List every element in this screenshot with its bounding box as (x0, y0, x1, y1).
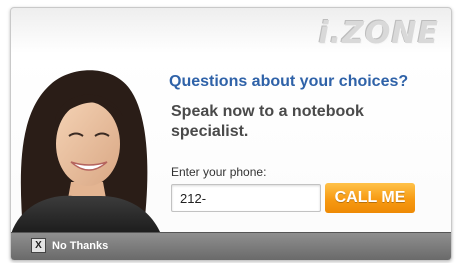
headline: Questions about your choices? (169, 73, 409, 90)
phone-label: Enter your phone: (171, 165, 267, 179)
phone-input[interactable] (171, 184, 321, 212)
subline: Speak now to a notebook specialist. (171, 103, 364, 140)
brand-logo: i.ZONE (318, 16, 439, 51)
no-thanks-label: No Thanks (52, 239, 109, 252)
no-thanks-button[interactable]: X No Thanks (31, 238, 108, 253)
specialist-photo (11, 70, 161, 234)
footer-bar: X No Thanks (11, 232, 451, 260)
call-me-button[interactable]: CALL ME (325, 183, 415, 213)
call-me-widget: i.ZONE Questions about your choices? Spe… (10, 7, 452, 261)
close-icon[interactable]: X (31, 238, 46, 253)
